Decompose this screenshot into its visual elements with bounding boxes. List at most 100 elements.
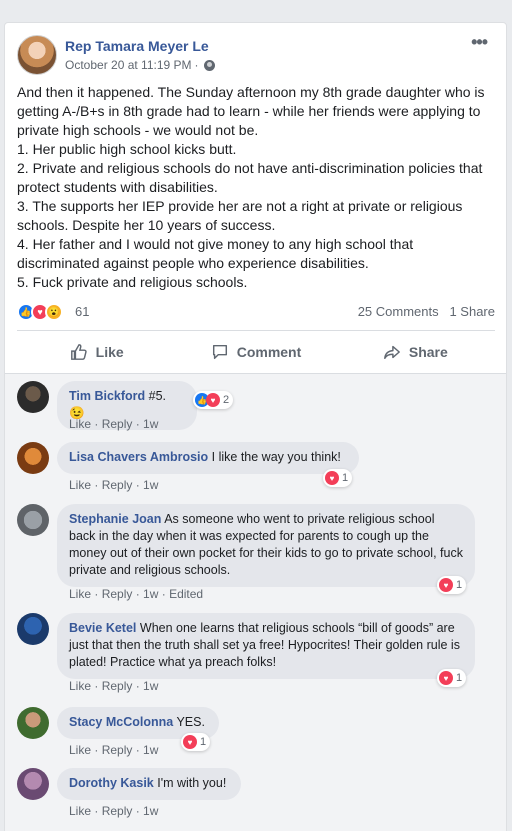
link-separator: ·	[132, 679, 144, 693]
link-separator: ·	[158, 587, 170, 601]
comment-reactions[interactable]: ♥ 1	[181, 733, 211, 751]
share-label: Share	[408, 344, 448, 360]
meta-separator: ·	[194, 58, 199, 72]
comment-item: Lisa Chavers Ambrosio I like the way you…	[17, 442, 497, 494]
edited-label[interactable]: Edited	[169, 587, 203, 601]
reaction-icons[interactable]: 👍 ♥ 😮	[17, 303, 63, 321]
comment-bubble: Bevie Ketel When one learns that religio…	[57, 613, 475, 679]
post-paragraph: 5. Fuck private and religious schools.	[17, 274, 248, 290]
like-label: Like	[95, 344, 124, 360]
love-reaction-icon: ♥	[183, 735, 197, 749]
comments-count[interactable]: 25 Comments	[358, 304, 439, 319]
link-separator: ·	[132, 743, 144, 757]
comment-like-link[interactable]: Like	[69, 478, 91, 492]
comment-item: Stephanie Joan As someone who went to pr…	[17, 504, 497, 604]
comment-reactions[interactable]: ♥ 1	[323, 469, 353, 487]
comment-reaction-count: 1	[456, 672, 463, 684]
post-paragraph: And then it happened. The Sunday afterno…	[17, 84, 485, 138]
share-icon	[383, 345, 400, 360]
link-separator: ·	[91, 478, 102, 492]
comment-reactions[interactable]: 👍 ♥ 2	[193, 391, 234, 409]
comment-like-link[interactable]: Like	[69, 587, 91, 601]
commenter-name[interactable]: Tim Bickford	[69, 389, 145, 403]
commenter-avatar[interactable]	[17, 613, 49, 645]
link-separator: ·	[132, 587, 144, 601]
comment-bubble: Stephanie Joan As someone who went to pr…	[57, 504, 475, 587]
comment-reactions[interactable]: ♥ 1	[437, 576, 467, 594]
comment-like-link[interactable]: Like	[69, 804, 91, 818]
post-actions: Like Comment Share	[17, 333, 495, 371]
comment-reply-link[interactable]: Reply	[102, 804, 133, 818]
author-name[interactable]: Rep Tamara Meyer Le	[65, 38, 209, 54]
wow-reaction-icon: 😮	[45, 303, 63, 321]
commenter-name[interactable]: Stacy McColonna	[69, 715, 173, 729]
link-separator: ·	[91, 587, 102, 601]
comment-time[interactable]: 1w	[143, 743, 158, 757]
comment-time[interactable]: 1w	[143, 587, 158, 601]
post-stats: 👍 ♥ 😮 61 25 Comments 1 Share	[17, 301, 495, 323]
comment-like-link[interactable]: Like	[69, 679, 91, 693]
comment-item: Stacy McColonna YES. ♥ 1 Like · Reply · …	[17, 707, 497, 759]
post-paragraph: 3. The supports her IEP provide her are …	[17, 198, 463, 233]
comment-item: Dorothy Kasik I'm with you! Like · Reply…	[17, 768, 497, 820]
comment-reply-link[interactable]: Reply	[102, 587, 133, 601]
post-paragraph: 1. Her public high school kicks butt.	[17, 141, 237, 157]
post-paragraph: 4. Her father and I would not give money…	[17, 236, 414, 271]
link-separator: ·	[91, 804, 102, 818]
divider	[17, 330, 495, 331]
comment-reply-link[interactable]: Reply	[102, 417, 133, 431]
comment-text: YES.	[176, 715, 205, 729]
engagement-counts: 25 Comments 1 Share	[358, 304, 495, 319]
like-button[interactable]: Like	[17, 333, 176, 371]
comment-actions: Like · Reply · 1w	[69, 743, 158, 757]
commenter-avatar[interactable]	[17, 707, 49, 739]
comment-actions: Like · Reply · 1w	[69, 679, 158, 693]
commenter-avatar[interactable]	[17, 381, 49, 413]
commenter-avatar[interactable]	[17, 442, 49, 474]
comment-reply-link[interactable]: Reply	[102, 679, 133, 693]
comment-actions: Like · Reply · 1w	[69, 417, 158, 431]
post-body: And then it happened. The Sunday afterno…	[17, 83, 495, 292]
commenter-name[interactable]: Lisa Chavers Ambrosio	[69, 450, 208, 464]
share-button[interactable]: Share	[336, 333, 495, 371]
comment-time[interactable]: 1w	[143, 478, 158, 492]
commenter-name[interactable]: Dorothy Kasik	[69, 776, 154, 790]
comment-reaction-count: 1	[456, 579, 463, 591]
thumbs-up-icon	[70, 344, 87, 360]
link-separator: ·	[132, 478, 144, 492]
reaction-count[interactable]: 61	[75, 304, 89, 319]
more-options-icon[interactable]: •••	[471, 33, 488, 51]
comment-reply-link[interactable]: Reply	[102, 743, 133, 757]
comment-time[interactable]: 1w	[143, 679, 158, 693]
comment-reaction-count: 2	[223, 394, 230, 406]
post-timestamp[interactable]: October 20 at 11:19 PM	[65, 58, 192, 72]
commenter-avatar[interactable]	[17, 504, 49, 536]
comment-reaction-count: 1	[200, 736, 207, 748]
love-reaction-icon: ♥	[325, 471, 339, 485]
shares-count[interactable]: 1 Share	[449, 304, 495, 319]
comment-actions: Like · Reply · 1w	[69, 804, 158, 818]
comment-text: I'm with you!	[157, 776, 227, 790]
comment-item: Tim Bickford #5. 😉 👍 ♥ 2 Like · Reply · …	[17, 381, 497, 433]
author-avatar[interactable]	[17, 35, 57, 75]
commenter-name[interactable]: Bevie Ketel	[69, 621, 136, 635]
comment-like-link[interactable]: Like	[69, 417, 91, 431]
link-separator: ·	[132, 417, 144, 431]
comment-like-link[interactable]: Like	[69, 743, 91, 757]
commenter-name[interactable]: Stephanie Joan	[69, 512, 161, 526]
post-paragraph: 2. Private and religious schools do not …	[17, 160, 483, 195]
comment-label: Comment	[236, 344, 302, 360]
comment-time[interactable]: 1w	[143, 804, 158, 818]
comment-reactions[interactable]: ♥ 1	[437, 669, 467, 687]
comment-reply-link[interactable]: Reply	[102, 478, 133, 492]
link-separator: ·	[132, 804, 144, 818]
globe-icon	[203, 59, 215, 71]
comment-button[interactable]: Comment	[176, 333, 335, 371]
comment-bubble: Dorothy Kasik I'm with you!	[57, 768, 241, 800]
link-separator: ·	[91, 417, 102, 431]
love-reaction-icon: ♥	[439, 578, 453, 592]
comment-time[interactable]: 1w	[143, 417, 158, 431]
comment-item: Bevie Ketel When one learns that religio…	[17, 613, 497, 697]
commenter-avatar[interactable]	[17, 768, 49, 800]
comment-actions: Like · Reply · 1w	[69, 478, 158, 492]
